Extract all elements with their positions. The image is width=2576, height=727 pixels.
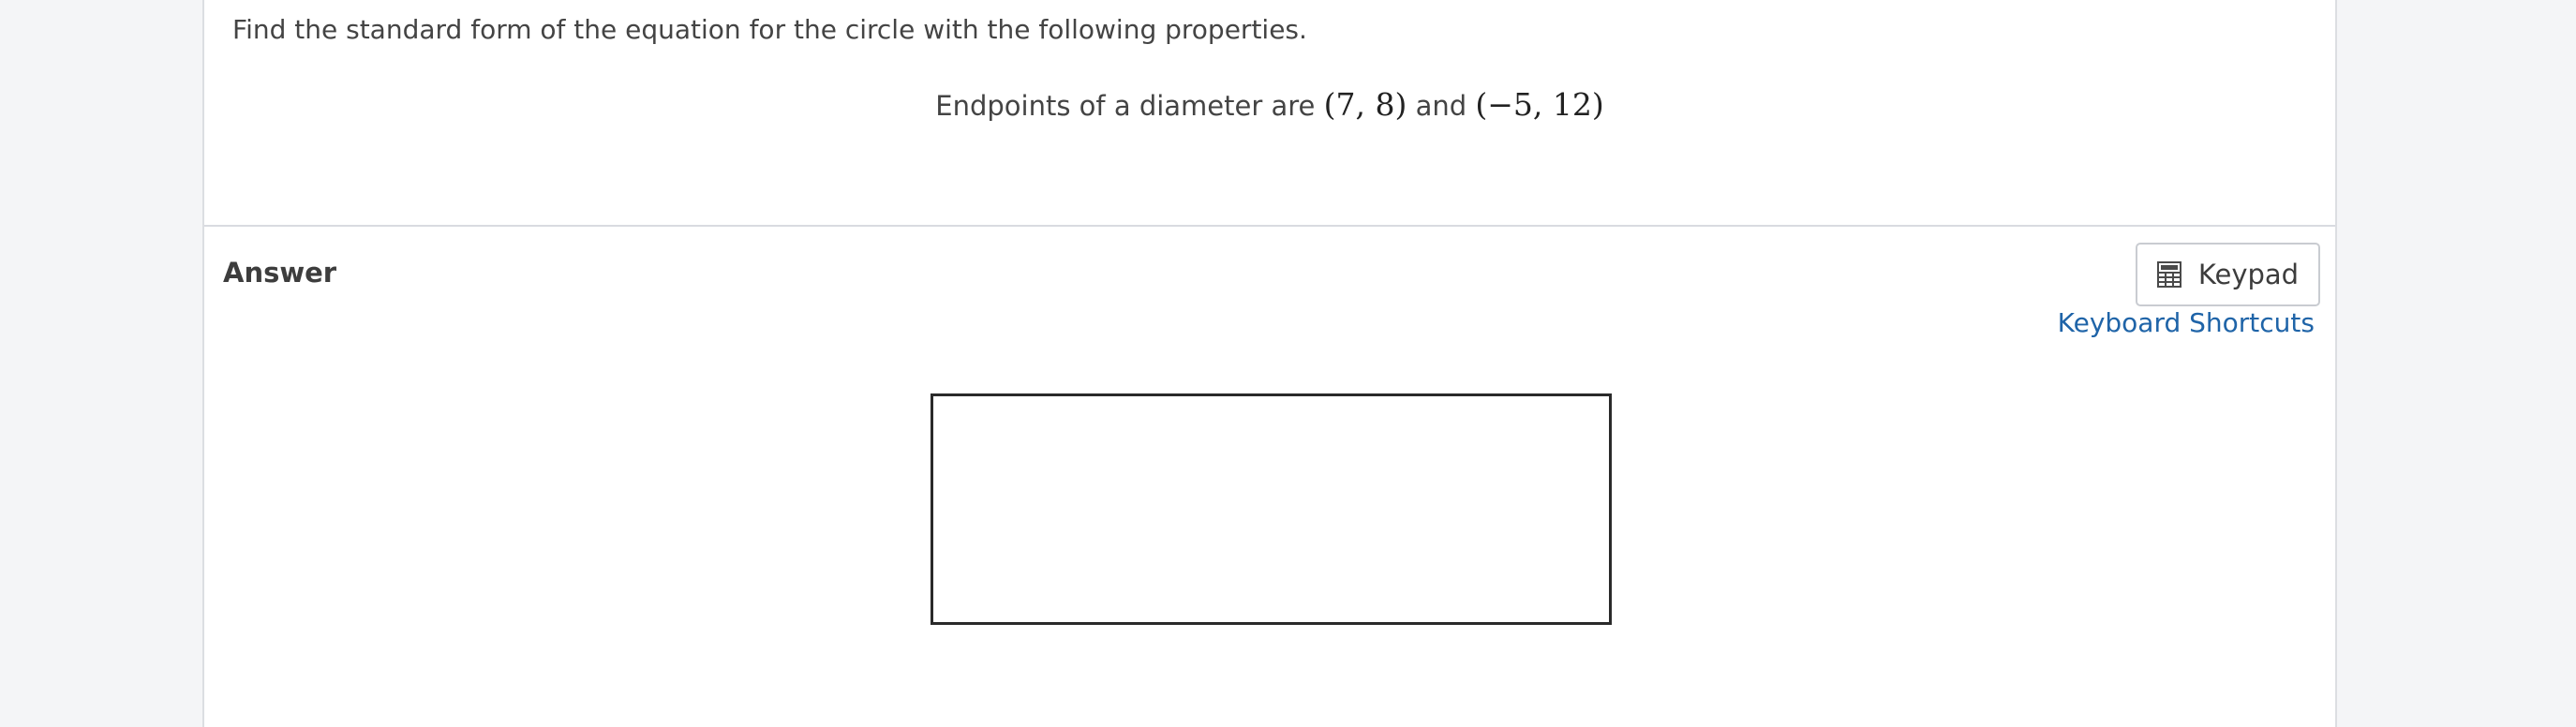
given-conjunction: and (1415, 90, 1467, 122)
answer-input[interactable] (931, 393, 1612, 625)
given-properties: Endpoints of a diameter are (7, 8) and (… (204, 84, 2335, 126)
keypad-label: Keypad (2197, 259, 2300, 290)
point-a: (7, 8) (1323, 86, 1407, 123)
question-prompt: Find the standard form of the equation f… (232, 14, 1307, 45)
keyboard-shortcuts-link[interactable]: Keyboard Shortcuts (2058, 307, 2315, 338)
calculator-icon (2156, 261, 2181, 288)
answer-label: Answer (223, 257, 337, 289)
question-card: Find the standard form of the equation f… (202, 0, 2337, 727)
question-section: Find the standard form of the equation f… (204, 0, 2335, 227)
keypad-button[interactable]: Keypad (2136, 243, 2320, 306)
point-b: (−5, 12) (1475, 86, 1604, 123)
given-prefix: Endpoints of a diameter are (935, 90, 1316, 122)
